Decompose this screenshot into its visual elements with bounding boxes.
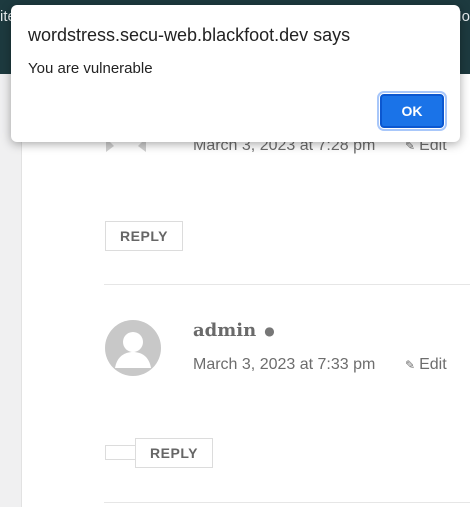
dialog-message: You are vulnerable [28, 60, 153, 77]
ok-button[interactable]: OK [377, 91, 447, 131]
comment-divider [104, 284, 470, 285]
reply-button[interactable]: REPLY [135, 438, 213, 468]
comment-date[interactable]: March 3, 2023 at 7:33 pm [193, 356, 375, 374]
injected-element-box [105, 445, 135, 460]
default-avatar-icon [115, 332, 151, 368]
pencil-icon: ✎ [405, 358, 416, 372]
comment-author: admin ● [193, 320, 275, 341]
alert-dialog: wordstress.secu-web.blackfoot.dev says Y… [11, 5, 460, 142]
avatar [105, 320, 161, 376]
edit-label: Edit [419, 356, 447, 373]
dialog-title: wordstress.secu-web.blackfoot.dev says [28, 25, 351, 45]
author-name[interactable]: admin [193, 320, 256, 341]
edit-comment-link[interactable]: ✎ Edit [405, 356, 447, 374]
reply-button[interactable]: REPLY [105, 221, 183, 251]
comment-divider [104, 502, 470, 503]
user-icon: ● [264, 323, 275, 338]
